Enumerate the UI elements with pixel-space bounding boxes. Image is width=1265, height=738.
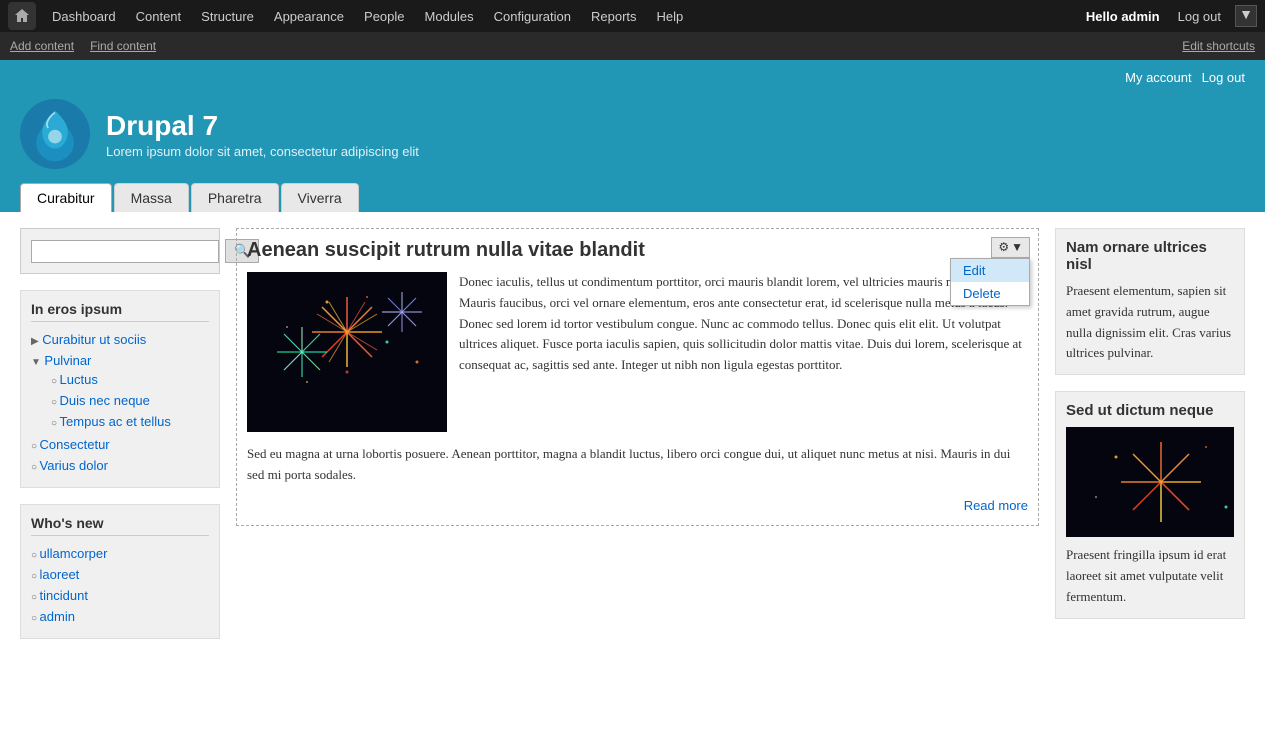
whos-new-item: laoreet — [31, 565, 209, 586]
site-header-links: My account Log out — [1125, 70, 1245, 85]
sidebar-link-curabitur[interactable]: Curabitur ut sociis — [42, 332, 146, 347]
admin-greeting: Hello admin — [1078, 9, 1168, 24]
admin-logout[interactable]: Log out — [1168, 0, 1231, 32]
logout-link[interactable]: Log out — [1202, 70, 1245, 85]
article-image — [247, 272, 447, 432]
site-slogan: Lorem ipsum dolor sit amet, consectetur … — [106, 144, 419, 159]
sidebar-link-consectetur[interactable]: Consectetur — [40, 437, 110, 452]
my-account-link[interactable]: My account — [1125, 70, 1191, 85]
gear-icon: ⚙ — [998, 240, 1009, 255]
right-image — [1066, 427, 1234, 537]
nav-appearance[interactable]: Appearance — [264, 0, 354, 32]
main-content: 🔍 In eros ipsum Curabitur ut sociis Pulv… — [0, 212, 1265, 655]
gear-button[interactable]: ⚙ ▼ — [991, 237, 1030, 258]
site-header-top: My account Log out — [20, 70, 1245, 89]
search-box: 🔍 — [20, 228, 220, 274]
edit-button[interactable]: Edit — [951, 259, 1029, 282]
read-more: Read more — [247, 498, 1028, 515]
sidebar-link-varius[interactable]: Varius dolor — [40, 458, 108, 473]
site-branding: Drupal 7 Lorem ipsum dolor sit amet, con… — [20, 89, 1245, 179]
sidebar-nav-item-varius: Varius dolor — [31, 456, 209, 477]
left-sidebar: 🔍 In eros ipsum Curabitur ut sociis Pulv… — [20, 228, 220, 639]
gear-dropdown: Edit Delete — [950, 258, 1030, 306]
sidebar-nav-item-consectetur: Consectetur — [31, 435, 209, 456]
article-gear: ⚙ ▼ Edit Delete — [991, 237, 1030, 258]
shortcuts-bar: Add content Find content Edit shortcuts — [0, 32, 1265, 60]
right-block-2-title: Sed ut dictum neque — [1066, 402, 1234, 419]
article-title: Aenean suscipit rutrum nulla vitae bland… — [247, 239, 1028, 262]
whos-new-item: admin — [31, 607, 209, 628]
delete-button[interactable]: Delete — [951, 282, 1029, 305]
read-more-link[interactable]: Read more — [964, 498, 1028, 513]
center-content: ⚙ ▼ Edit Delete Aenean suscipit rutrum n… — [236, 228, 1039, 639]
article-body: Donec iaculis, tellus ut condimentum por… — [247, 272, 1028, 432]
nav-block-title: In eros ipsum — [31, 301, 209, 322]
whos-new-block: Who's new ullamcorper laoreet tincidunt … — [20, 504, 220, 639]
nav-tab-viverra[interactable]: Viverra — [281, 183, 359, 212]
sub-list-item: Tempus ac et tellus — [51, 412, 209, 433]
whos-new-link-ullamcorper[interactable]: ullamcorper — [40, 546, 108, 561]
right-block-1-title: Nam ornare ultrices nisl — [1066, 239, 1234, 273]
find-content-shortcut[interactable]: Find content — [90, 39, 156, 53]
sidebar-link-duis[interactable]: Duis nec neque — [60, 393, 150, 408]
article-text: Donec iaculis, tellus ut condimentum por… — [459, 272, 1028, 432]
sidebar-nav-item: Curabitur ut sociis — [31, 330, 209, 351]
sidebar-nav-list: Curabitur ut sociis Pulvinar Luctus Duis… — [31, 330, 209, 477]
right-sidebar: Nam ornare ultrices nisl Praesent elemen… — [1055, 228, 1245, 639]
nav-configuration[interactable]: Configuration — [484, 0, 581, 32]
nav-help[interactable]: Help — [647, 0, 694, 32]
whos-new-list: ullamcorper laoreet tincidunt admin — [31, 544, 209, 628]
article-extra: Sed eu magna at urna lobortis posuere. A… — [247, 444, 1028, 486]
sub-list-pulvinar: Luctus Duis nec neque Tempus ac et tellu… — [51, 370, 209, 433]
arrow-right-icon — [31, 333, 39, 348]
sidebar-nav-block: In eros ipsum Curabitur ut sociis Pulvin… — [20, 290, 220, 488]
right-block-1-text: Praesent elementum, sapien sit amet grav… — [1066, 281, 1234, 364]
whos-new-link-laoreet[interactable]: laoreet — [40, 567, 80, 582]
sub-list-item: Luctus — [51, 370, 209, 391]
nav-tab-massa[interactable]: Massa — [114, 183, 189, 212]
nav-reports[interactable]: Reports — [581, 0, 647, 32]
sidebar-nav-item-pulvinar: Pulvinar Luctus Duis nec neque Tempus ac… — [31, 351, 209, 435]
admin-toolbar: Dashboard Content Structure Appearance P… — [0, 0, 1265, 32]
sidebar-link-luctus[interactable]: Luctus — [60, 372, 98, 387]
site-header: My account Log out Drupal 7 Lorem ipsum … — [0, 60, 1265, 212]
search-input[interactable] — [31, 240, 219, 263]
sub-list-item: Duis nec neque — [51, 391, 209, 412]
main-nav: Curabitur Massa Pharetra Viverra — [20, 183, 1245, 212]
whos-new-item: tincidunt — [31, 586, 209, 607]
nav-people[interactable]: People — [354, 0, 414, 32]
admin-dropdown-arrow[interactable]: ▼ — [1235, 5, 1257, 27]
right-block-2: Sed ut dictum neque — [1055, 391, 1245, 618]
nav-dashboard[interactable]: Dashboard — [42, 0, 126, 32]
sidebar-link-pulvinar[interactable]: Pulvinar — [44, 353, 91, 368]
site-branding-text: Drupal 7 Lorem ipsum dolor sit amet, con… — [106, 110, 419, 159]
sidebar-link-tempus[interactable]: Tempus ac et tellus — [60, 414, 171, 429]
site-name: Drupal 7 — [106, 110, 419, 142]
gear-dropdown-arrow: ▼ — [1011, 240, 1023, 255]
article-card: ⚙ ▼ Edit Delete Aenean suscipit rutrum n… — [236, 228, 1039, 526]
nav-content[interactable]: Content — [126, 0, 192, 32]
arrow-down-icon — [31, 354, 41, 369]
right-block-2-text: Praesent fringilla ipsum id erat laoreet… — [1066, 545, 1234, 607]
admin-right: Hello admin Log out ▼ — [1078, 0, 1257, 32]
whos-new-item: ullamcorper — [31, 544, 209, 565]
edit-shortcuts-link[interactable]: Edit shortcuts — [1182, 39, 1255, 53]
nav-tab-pharetra[interactable]: Pharetra — [191, 183, 279, 212]
add-content-shortcut[interactable]: Add content — [10, 39, 74, 53]
whos-new-link-admin[interactable]: admin — [40, 609, 75, 624]
nav-tab-curabitur[interactable]: Curabitur — [20, 183, 112, 212]
right-block-1: Nam ornare ultrices nisl Praesent elemen… — [1055, 228, 1245, 375]
nav-modules[interactable]: Modules — [415, 0, 484, 32]
nav-structure[interactable]: Structure — [191, 0, 264, 32]
home-icon[interactable] — [8, 2, 36, 30]
site-logo[interactable] — [20, 99, 90, 169]
whos-new-link-tincidunt[interactable]: tincidunt — [40, 588, 88, 603]
whos-new-title: Who's new — [31, 515, 209, 536]
